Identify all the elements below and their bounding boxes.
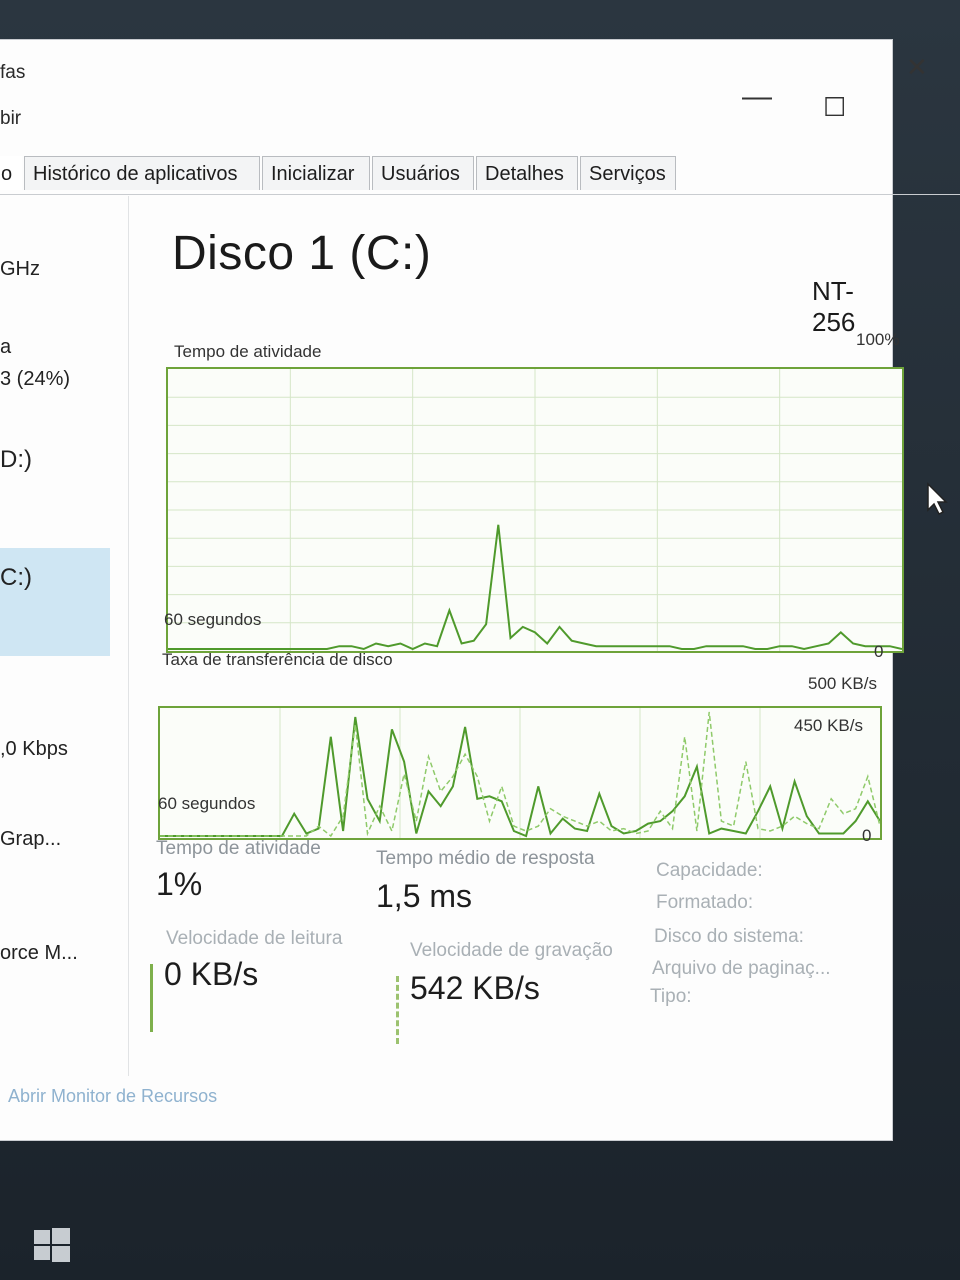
tab-performance[interactable]: o xyxy=(0,156,22,190)
avg-response-value: 1,5 ms xyxy=(376,878,473,914)
tab-users[interactable]: Usuários xyxy=(372,156,474,190)
transfer-chart-max-label: 500 KB/s xyxy=(808,674,877,693)
activity-chart-plot xyxy=(168,369,902,651)
active-time-value: 1% xyxy=(156,866,203,902)
write-speed-indicator xyxy=(396,976,399,1044)
monitor-screen: fas bir — ☐ o Histórico de aplicativos I… xyxy=(0,0,960,1280)
maximize-button[interactable]: ☐ xyxy=(823,92,846,123)
disk-model: NT-256 xyxy=(812,276,856,337)
system-disk-label: Disco do sistema: xyxy=(654,926,804,947)
task-manager-window: fas bir — ☐ o Histórico de aplicativos I… xyxy=(0,40,960,1140)
mouse-cursor-icon xyxy=(927,482,948,516)
tab-details[interactable]: Detalhes xyxy=(476,156,578,190)
sidebar-memory-usage[interactable]: 3 (24%) xyxy=(0,368,70,391)
activity-chart xyxy=(166,367,904,653)
transfer-chart-label: Taxa de transferência de disco xyxy=(162,650,393,669)
active-time-label: Tempo de atividade xyxy=(156,838,321,859)
tab-services[interactable]: Serviços xyxy=(580,156,676,190)
write-speed-value: 542 KB/s xyxy=(410,970,540,1006)
page-file-label: Arquivo de paginaç... xyxy=(652,958,831,979)
activity-chart-label: Tempo de atividade xyxy=(174,342,322,361)
menu-file-item[interactable]: fas xyxy=(0,62,25,84)
transfer-chart-min-label: 0 xyxy=(862,826,872,845)
type-label: Tipo: xyxy=(650,986,692,1007)
sidebar-cpu-speed[interactable]: GHz xyxy=(0,258,40,281)
sidebar-item-disk-d[interactable]: D:) xyxy=(0,446,32,474)
tab-app-history[interactable]: Histórico de aplicativos xyxy=(24,156,260,190)
transfer-chart-time-label: 60 segundos xyxy=(158,794,256,813)
tab-bar: o Histórico de aplicativos Inicializar U… xyxy=(0,150,960,195)
sidebar-item-network[interactable]: ,0 Kbps xyxy=(0,738,68,761)
read-speed-label: Velocidade de leitura xyxy=(166,928,343,949)
tab-startup[interactable]: Inicializar xyxy=(262,156,370,190)
capacity-label: Capacidade: xyxy=(656,860,763,881)
open-resource-monitor-link[interactable]: Abrir Monitor de Recursos xyxy=(8,1086,217,1107)
close-button[interactable]: ✕ xyxy=(906,52,928,83)
transfer-chart-mid-label: 450 KB/s xyxy=(794,716,863,735)
read-speed-indicator xyxy=(150,964,153,1032)
activity-chart-max-label: 100% xyxy=(856,330,900,349)
transfer-chart xyxy=(158,706,882,840)
avg-response-label: Tempo médio de resposta xyxy=(376,848,595,869)
menu-view-item[interactable]: bir xyxy=(0,108,21,130)
sidebar-item-gpu[interactable]: Grap... xyxy=(0,828,61,851)
page-title: Disco 1 (C:) xyxy=(172,227,432,280)
transfer-chart-plot xyxy=(160,708,880,838)
sidebar-memory-label[interactable]: a xyxy=(0,336,11,359)
resource-sidebar: GHz a 3 (24%) D:) C:) ,0 Kbps Grap... or… xyxy=(0,196,129,1076)
activity-chart-time-label: 60 segundos xyxy=(164,610,262,629)
read-speed-value: 0 KB/s xyxy=(164,956,259,992)
windows-start-icon[interactable] xyxy=(30,1222,74,1266)
write-speed-label: Velocidade de gravação xyxy=(410,940,613,961)
formatted-label: Formatado: xyxy=(656,892,754,913)
activity-chart-min-label: 0 xyxy=(874,642,884,661)
minimize-button[interactable]: — xyxy=(742,80,772,114)
sidebar-item-gpu-2[interactable]: orce M... xyxy=(0,942,78,965)
sidebar-item-disk-c[interactable]: C:) xyxy=(0,564,32,592)
